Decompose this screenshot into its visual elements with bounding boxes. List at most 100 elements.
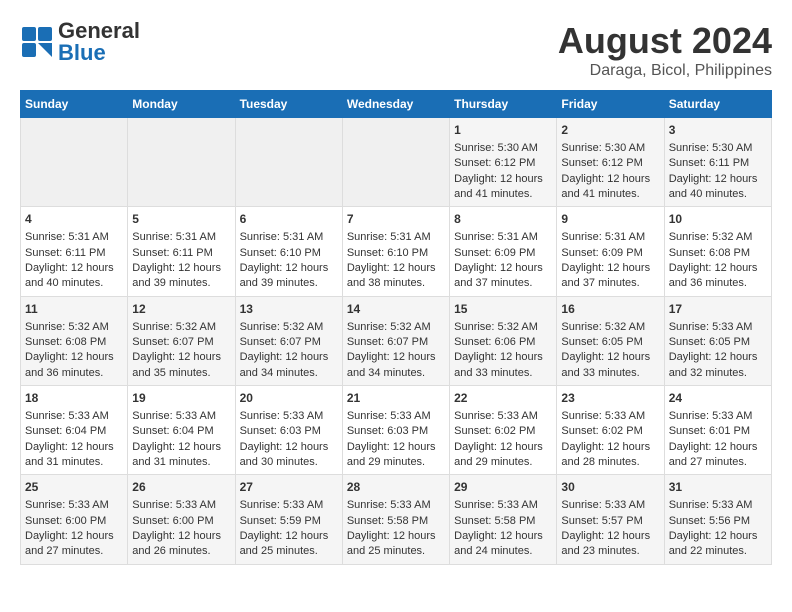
- calendar-cell: 16Sunrise: 5:32 AMSunset: 6:05 PMDayligh…: [557, 296, 664, 385]
- calendar-cell: 19Sunrise: 5:33 AMSunset: 6:04 PMDayligh…: [128, 386, 235, 475]
- day-info: Sunrise: 5:31 AM: [561, 230, 659, 245]
- day-info: Daylight: 12 hours: [454, 350, 552, 365]
- day-info: Daylight: 12 hours: [561, 440, 659, 455]
- day-info: and 27 minutes.: [25, 544, 123, 559]
- day-info: Sunrise: 5:33 AM: [669, 498, 767, 513]
- weekday-header: Wednesday: [342, 91, 449, 118]
- day-number: 13: [240, 301, 338, 318]
- calendar-week-row: 18Sunrise: 5:33 AMSunset: 6:04 PMDayligh…: [21, 386, 772, 475]
- day-info: Sunset: 6:04 PM: [25, 424, 123, 439]
- calendar-cell: 23Sunrise: 5:33 AMSunset: 6:02 PMDayligh…: [557, 386, 664, 475]
- calendar-title: August 2024: [558, 20, 772, 62]
- calendar-cell: [128, 118, 235, 207]
- day-info: Sunset: 6:09 PM: [561, 246, 659, 261]
- day-info: and 36 minutes.: [669, 276, 767, 291]
- calendar-table: SundayMondayTuesdayWednesdayThursdayFrid…: [20, 90, 772, 565]
- calendar-cell: 1Sunrise: 5:30 AMSunset: 6:12 PMDaylight…: [450, 118, 557, 207]
- day-info: and 34 minutes.: [347, 366, 445, 381]
- day-info: and 41 minutes.: [454, 187, 552, 202]
- day-number: 17: [669, 301, 767, 318]
- day-info: Sunset: 6:00 PM: [132, 514, 230, 529]
- calendar-week-row: 25Sunrise: 5:33 AMSunset: 6:00 PMDayligh…: [21, 475, 772, 564]
- day-number: 23: [561, 390, 659, 407]
- calendar-cell: 6Sunrise: 5:31 AMSunset: 6:10 PMDaylight…: [235, 207, 342, 296]
- day-info: Sunrise: 5:33 AM: [132, 409, 230, 424]
- logo-icon: [20, 25, 54, 59]
- day-info: and 40 minutes.: [669, 187, 767, 202]
- calendar-header-row: SundayMondayTuesdayWednesdayThursdayFrid…: [21, 91, 772, 118]
- day-info: Daylight: 12 hours: [669, 261, 767, 276]
- day-info: Daylight: 12 hours: [669, 529, 767, 544]
- day-info: and 32 minutes.: [669, 366, 767, 381]
- day-info: Sunrise: 5:33 AM: [347, 409, 445, 424]
- calendar-cell: [21, 118, 128, 207]
- day-info: Sunset: 6:07 PM: [132, 335, 230, 350]
- calendar-cell: 28Sunrise: 5:33 AMSunset: 5:58 PMDayligh…: [342, 475, 449, 564]
- day-info: Sunset: 5:57 PM: [561, 514, 659, 529]
- day-info: and 22 minutes.: [669, 544, 767, 559]
- day-info: Sunset: 6:07 PM: [240, 335, 338, 350]
- day-info: and 39 minutes.: [132, 276, 230, 291]
- calendar-cell: 7Sunrise: 5:31 AMSunset: 6:10 PMDaylight…: [342, 207, 449, 296]
- day-number: 11: [25, 301, 123, 318]
- day-info: and 33 minutes.: [454, 366, 552, 381]
- day-info: and 26 minutes.: [132, 544, 230, 559]
- day-info: Sunset: 6:08 PM: [669, 246, 767, 261]
- page-header: GeneralBlue August 2024 Daraga, Bicol, P…: [20, 20, 772, 80]
- day-info: and 33 minutes.: [561, 366, 659, 381]
- day-info: and 41 minutes.: [561, 187, 659, 202]
- day-number: 8: [454, 211, 552, 228]
- day-number: 24: [669, 390, 767, 407]
- day-info: Sunset: 6:03 PM: [240, 424, 338, 439]
- calendar-cell: 3Sunrise: 5:30 AMSunset: 6:11 PMDaylight…: [664, 118, 771, 207]
- weekday-header: Thursday: [450, 91, 557, 118]
- day-info: Sunrise: 5:33 AM: [669, 409, 767, 424]
- day-info: Sunrise: 5:30 AM: [669, 141, 767, 156]
- day-info: and 25 minutes.: [347, 544, 445, 559]
- day-info: Sunset: 6:00 PM: [25, 514, 123, 529]
- day-info: and 27 minutes.: [669, 455, 767, 470]
- day-info: Sunset: 6:04 PM: [132, 424, 230, 439]
- day-info: Daylight: 12 hours: [132, 350, 230, 365]
- day-info: and 31 minutes.: [132, 455, 230, 470]
- day-info: Sunrise: 5:32 AM: [347, 320, 445, 335]
- day-info: Sunrise: 5:33 AM: [240, 498, 338, 513]
- day-number: 31: [669, 479, 767, 496]
- calendar-cell: 20Sunrise: 5:33 AMSunset: 6:03 PMDayligh…: [235, 386, 342, 475]
- day-info: Daylight: 12 hours: [561, 350, 659, 365]
- calendar-cell: 25Sunrise: 5:33 AMSunset: 6:00 PMDayligh…: [21, 475, 128, 564]
- calendar-week-row: 4Sunrise: 5:31 AMSunset: 6:11 PMDaylight…: [21, 207, 772, 296]
- day-info: Daylight: 12 hours: [347, 261, 445, 276]
- day-info: Sunset: 6:12 PM: [561, 156, 659, 171]
- day-info: Daylight: 12 hours: [240, 529, 338, 544]
- day-number: 4: [25, 211, 123, 228]
- day-info: Sunset: 5:56 PM: [669, 514, 767, 529]
- day-number: 29: [454, 479, 552, 496]
- weekday-header: Friday: [557, 91, 664, 118]
- day-info: Sunset: 6:05 PM: [669, 335, 767, 350]
- title-block: August 2024 Daraga, Bicol, Philippines: [558, 20, 772, 80]
- calendar-cell: 2Sunrise: 5:30 AMSunset: 6:12 PMDaylight…: [557, 118, 664, 207]
- calendar-cell: 17Sunrise: 5:33 AMSunset: 6:05 PMDayligh…: [664, 296, 771, 385]
- calendar-cell: 8Sunrise: 5:31 AMSunset: 6:09 PMDaylight…: [450, 207, 557, 296]
- day-info: and 23 minutes.: [561, 544, 659, 559]
- weekday-header: Saturday: [664, 91, 771, 118]
- day-info: Sunrise: 5:33 AM: [347, 498, 445, 513]
- day-info: Daylight: 12 hours: [454, 172, 552, 187]
- day-info: and 37 minutes.: [561, 276, 659, 291]
- day-info: Daylight: 12 hours: [25, 350, 123, 365]
- day-info: Sunrise: 5:33 AM: [561, 409, 659, 424]
- day-number: 22: [454, 390, 552, 407]
- calendar-cell: 30Sunrise: 5:33 AMSunset: 5:57 PMDayligh…: [557, 475, 664, 564]
- day-info: Sunset: 6:11 PM: [669, 156, 767, 171]
- day-info: Sunset: 6:06 PM: [454, 335, 552, 350]
- day-info: Sunset: 6:10 PM: [240, 246, 338, 261]
- day-number: 18: [25, 390, 123, 407]
- day-info: Daylight: 12 hours: [240, 261, 338, 276]
- day-info: Sunrise: 5:31 AM: [454, 230, 552, 245]
- day-info: Daylight: 12 hours: [347, 529, 445, 544]
- calendar-cell: 21Sunrise: 5:33 AMSunset: 6:03 PMDayligh…: [342, 386, 449, 475]
- day-info: and 24 minutes.: [454, 544, 552, 559]
- calendar-cell: 29Sunrise: 5:33 AMSunset: 5:58 PMDayligh…: [450, 475, 557, 564]
- day-info: Sunrise: 5:33 AM: [25, 409, 123, 424]
